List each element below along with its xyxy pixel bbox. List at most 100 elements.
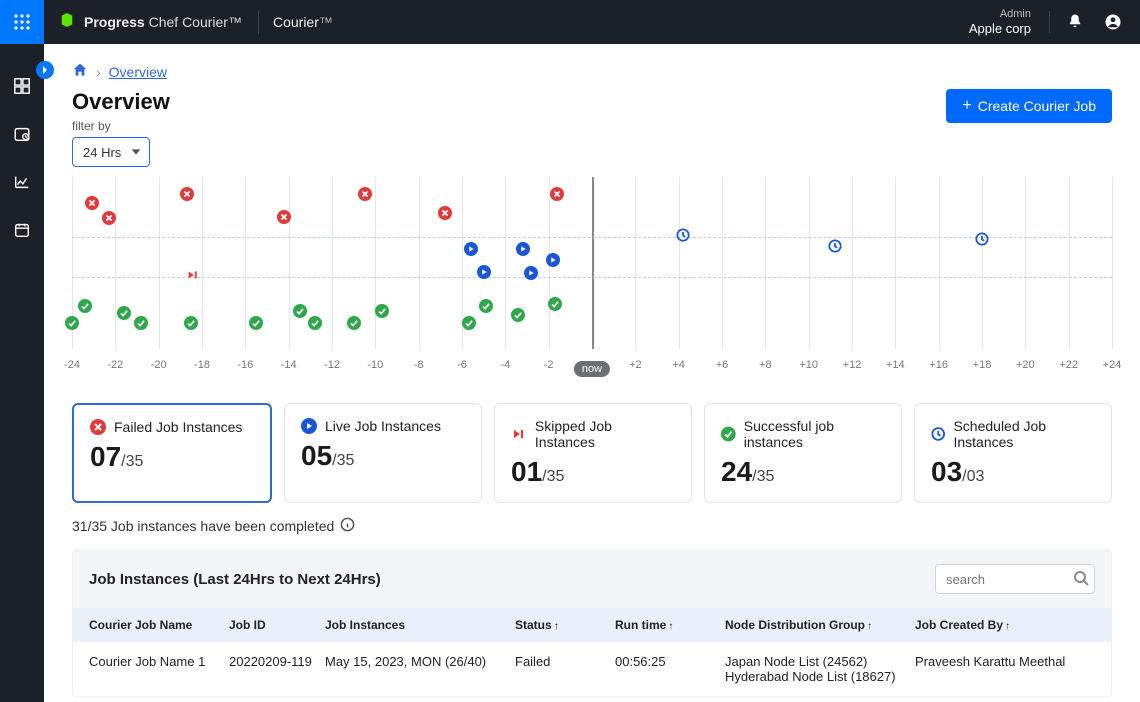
chart-point-success[interactable] <box>134 316 148 330</box>
play-icon <box>301 418 317 434</box>
analytics-icon <box>13 173 31 191</box>
app-launcher-button[interactable] <box>0 0 44 44</box>
chart-point-success[interactable] <box>548 297 562 311</box>
col-name[interactable]: Courier Job Name <box>89 618 229 632</box>
grid-line <box>1069 177 1070 349</box>
chart-point-success[interactable] <box>462 316 476 330</box>
sidebar <box>0 44 44 702</box>
chart-point-success[interactable] <box>117 306 131 320</box>
chevron-down-icon <box>129 145 143 162</box>
chart-point-success[interactable] <box>65 316 79 330</box>
chart-point-live[interactable] <box>464 242 478 256</box>
card-scheduled[interactable]: Scheduled Job Instances 03/03 <box>914 403 1112 503</box>
x-tick-label: -4 <box>500 359 510 371</box>
col-runtime[interactable]: Run time↑ <box>615 618 725 632</box>
x-tick-label: -6 <box>457 359 467 371</box>
breadcrumb-home[interactable] <box>72 62 88 81</box>
card-live[interactable]: Live Job Instances 05/35 <box>284 403 482 503</box>
brand-text: Progress Chef Courier™ <box>84 14 242 30</box>
x-tick-label: -22 <box>107 359 123 371</box>
grid-line <box>1025 177 1026 349</box>
col-instances[interactable]: Job Instances <box>325 618 515 632</box>
grid-line <box>809 177 810 349</box>
clock-icon <box>931 426 945 442</box>
col-created-by[interactable]: Job Created By↑ <box>915 618 1095 632</box>
col-job-id[interactable]: Job ID <box>229 618 325 632</box>
nav-overview[interactable] <box>8 72 36 100</box>
chart-point-failed[interactable] <box>358 187 372 201</box>
x-tick-label: -14 <box>281 359 297 371</box>
grid-line <box>852 177 853 349</box>
breadcrumb-overview[interactable]: Overview <box>109 64 167 80</box>
create-courier-job-button[interactable]: + Create Courier Job <box>946 89 1112 123</box>
search-icon <box>1073 570 1089 591</box>
x-tick-label: +2 <box>629 359 642 371</box>
info-icon[interactable] <box>340 517 355 535</box>
x-tick-label: +16 <box>929 359 948 371</box>
card-success[interactable]: Successful job instances 24/35 <box>704 403 902 503</box>
chart-point-success[interactable] <box>78 299 92 313</box>
grid-line <box>505 177 506 349</box>
chart-point-failed[interactable] <box>180 187 194 201</box>
now-marker: now <box>574 361 610 377</box>
app-tab[interactable]: Courier™ <box>259 14 347 30</box>
chart-point-failed[interactable] <box>438 206 452 220</box>
dashboard-icon <box>13 77 31 95</box>
chart-point-success[interactable] <box>479 299 493 313</box>
x-tick-label: +18 <box>973 359 992 371</box>
grid-line <box>375 177 376 349</box>
chart-point-live[interactable] <box>516 242 530 256</box>
chart-point-scheduled[interactable] <box>828 239 842 253</box>
nav-analytics[interactable] <box>8 168 36 196</box>
sidebar-toggle[interactable] <box>36 61 54 79</box>
x-tick-label: +12 <box>843 359 862 371</box>
account-button[interactable] <box>1094 13 1132 31</box>
chart-point-skipped[interactable] <box>186 268 200 282</box>
user-role: Admin <box>969 8 1031 21</box>
search-input[interactable] <box>935 564 1095 594</box>
notifications-button[interactable] <box>1056 13 1094 31</box>
grid-line <box>982 177 983 349</box>
chart-point-scheduled[interactable] <box>975 232 989 246</box>
chart-point-live[interactable] <box>524 266 538 280</box>
timeline-chart[interactable]: -24-22-20-18-16-14-12-10-8-6-4-2now+2+4+… <box>72 177 1112 397</box>
bell-icon <box>1066 13 1084 31</box>
chart-point-live[interactable] <box>477 265 491 279</box>
chart-point-failed[interactable] <box>277 210 291 224</box>
x-tick-label: -18 <box>194 359 210 371</box>
grid-line <box>1112 177 1113 349</box>
filter-timerange[interactable]: 24 Hrs <box>72 137 150 167</box>
chart-point-success[interactable] <box>308 316 322 330</box>
grid-line <box>895 177 896 349</box>
x-tick-label: +20 <box>1016 359 1035 371</box>
x-tick-label: +8 <box>759 359 772 371</box>
chart-point-failed[interactable] <box>85 196 99 210</box>
table-row[interactable]: Courier Job Name 1 20220209-119 May 15, … <box>73 642 1111 696</box>
fail-icon <box>90 419 106 435</box>
chart-point-success[interactable] <box>347 316 361 330</box>
chart-point-success[interactable] <box>293 304 307 318</box>
chart-point-scheduled[interactable] <box>676 228 690 242</box>
col-status[interactable]: Status↑ <box>515 618 615 632</box>
grid-line <box>679 177 680 349</box>
chart-point-success[interactable] <box>184 316 198 330</box>
grid-line <box>159 177 160 349</box>
summary-cards: Failed Job Instances 07/35 Live Job Inst… <box>72 403 1112 503</box>
nav-schedule[interactable] <box>8 120 36 148</box>
x-tick-label: -20 <box>151 359 167 371</box>
chart-point-live[interactable] <box>546 253 560 267</box>
card-skipped[interactable]: Skipped Job Instances 01/35 <box>494 403 692 503</box>
chart-point-success[interactable] <box>249 316 263 330</box>
tenant-block[interactable]: Admin Apple corp <box>969 8 1049 37</box>
x-tick-label: +14 <box>886 359 905 371</box>
chart-point-success[interactable] <box>375 304 389 318</box>
col-ndg[interactable]: Node Distribution Group↑ <box>725 618 915 632</box>
nav-calendar[interactable] <box>8 216 36 244</box>
chart-point-failed[interactable] <box>102 211 116 225</box>
chart-point-success[interactable] <box>511 308 525 322</box>
completed-summary: 31/35 Job instances have been completed <box>72 517 1112 535</box>
card-failed[interactable]: Failed Job Instances 07/35 <box>72 403 272 503</box>
chart-point-failed[interactable] <box>550 187 564 201</box>
progress-logo-icon <box>60 13 74 32</box>
x-tick-label: +24 <box>1103 359 1122 371</box>
